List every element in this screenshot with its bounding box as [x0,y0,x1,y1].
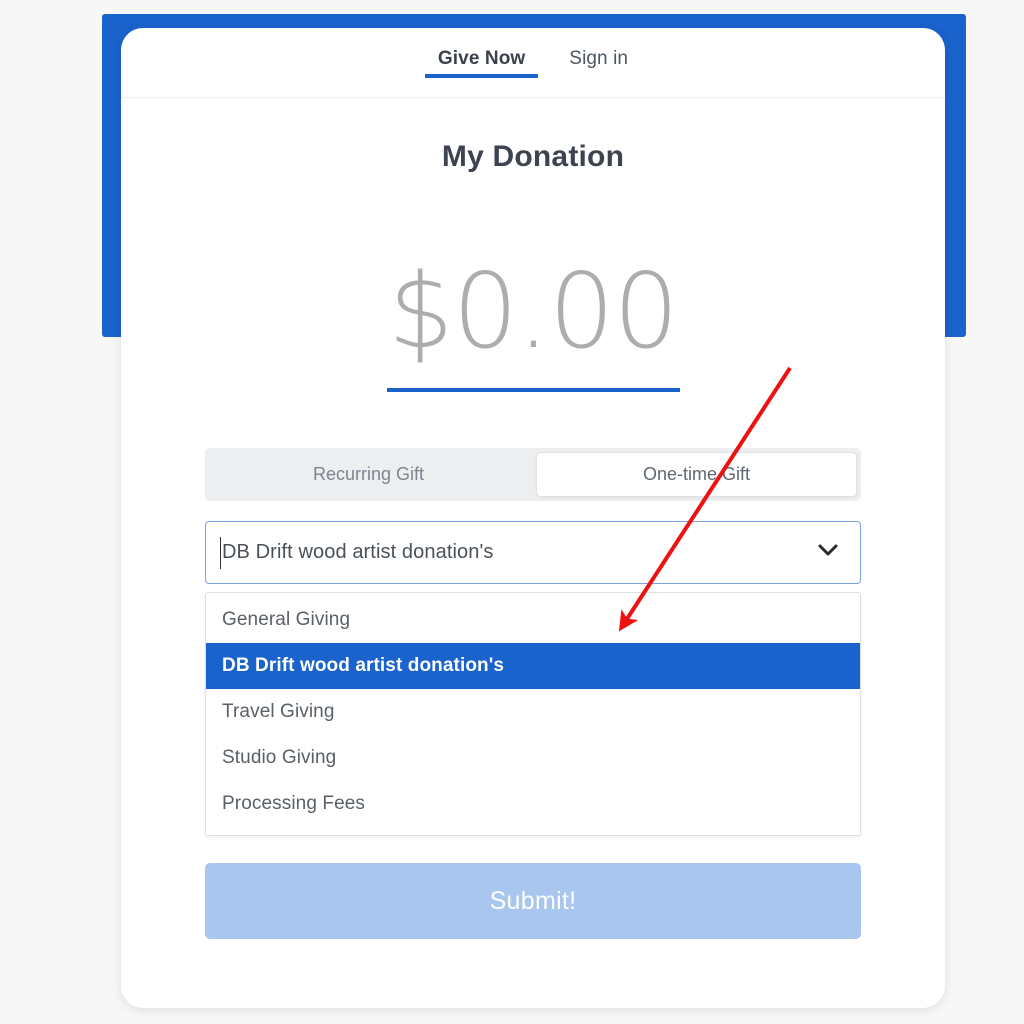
tab-give-now-label: Give Now [437,48,526,69]
tab-give-now[interactable]: Give Now [416,28,547,78]
gift-option-one-time-label: One-time Gift [642,464,751,484]
screenshot-stage: Give Now Sign in My Donation $0.00 Recur… [0,0,1024,1024]
dropdown-option-processing-fees[interactable]: Processing Fees [206,781,860,827]
gift-option-recurring[interactable]: Recurring Gift [209,452,528,497]
fund-select-value: DB Drift wood artist donation's [222,541,494,563]
tab-bar: Give Now Sign in [121,28,945,98]
dropdown-option-general-giving[interactable]: General Giving [206,597,860,643]
tab-sign-in[interactable]: Sign in [547,28,650,77]
chevron-down-icon[interactable] [818,544,838,562]
dropdown-option-db-drift-wood[interactable]: DB Drift wood artist donation's [206,643,860,689]
submit-button[interactable]: Submit! [205,863,861,939]
donation-amount-section: $0.00 [121,258,945,393]
dropdown-option-label: Processing Fees [222,793,366,814]
donation-card: Give Now Sign in My Donation $0.00 Recur… [121,28,945,1008]
donation-amount-underline [386,388,680,393]
dropdown-option-studio-giving[interactable]: Studio Giving [206,735,860,781]
tab-sign-in-label: Sign in [569,48,629,69]
dropdown-option-label: Travel Giving [222,701,335,722]
dropdown-option-label: DB Drift wood artist donation's [222,655,505,676]
text-cursor [220,537,221,569]
fund-select-combobox[interactable]: DB Drift wood artist donation's [205,521,861,584]
dropdown-option-travel-giving[interactable]: Travel Giving [206,689,860,735]
gift-option-recurring-label: Recurring Gift [312,464,425,484]
dropdown-option-label: Studio Giving [222,747,337,768]
fund-dropdown-list: General Giving DB Drift wood artist dona… [205,592,861,836]
gift-type-toggle: Recurring Gift One-time Gift [205,448,861,501]
page-title: My Donation [441,140,625,173]
dropdown-option-label: General Giving [222,609,351,630]
gift-option-one-time[interactable]: One-time Gift [536,452,857,497]
donation-amount-input[interactable]: $0.00 [121,258,945,366]
